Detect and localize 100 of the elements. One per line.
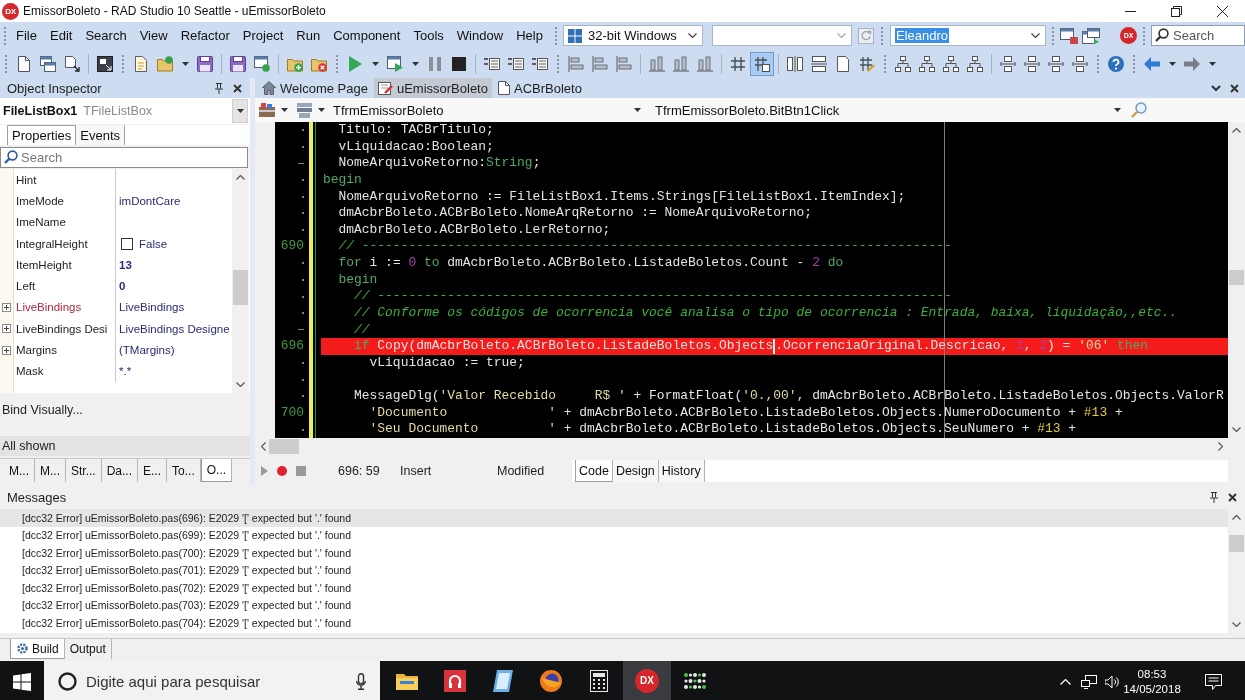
close-icon[interactable] — [1230, 83, 1239, 93]
panel-tab[interactable]: E... — [138, 459, 168, 482]
list-icon[interactable] — [532, 55, 548, 72]
search-icon[interactable] — [1131, 102, 1147, 118]
microphone-icon[interactable] — [356, 673, 366, 690]
caret-icon[interactable] — [1114, 108, 1121, 112]
menu-item[interactable]: Refactor — [174, 24, 236, 47]
notification-icon[interactable] — [1204, 673, 1222, 690]
scrollbar-thumb[interactable] — [269, 439, 299, 454]
scrollbar-thumb[interactable] — [1229, 270, 1244, 285]
checkbox[interactable] — [121, 237, 133, 250]
close-icon[interactable] — [233, 83, 242, 93]
message-row[interactable]: [dcc32 Error] uEmissorBoleto.pas(696): E2029 '[' expected but '.' found — [0, 509, 1228, 527]
list-icon[interactable] — [484, 55, 500, 72]
align-icon[interactable] — [592, 55, 608, 72]
caret-icon[interactable] — [371, 61, 379, 66]
align-icon[interactable] — [697, 55, 713, 72]
dropdown-button[interactable] — [232, 99, 248, 123]
hierarchy-icon[interactable] — [943, 55, 959, 72]
caret-icon[interactable] — [281, 108, 288, 112]
bind-visually-link[interactable]: Bind Visually... — [2, 403, 83, 417]
document-icon[interactable] — [64, 55, 80, 72]
spacing-icon[interactable] — [1024, 55, 1040, 72]
tab[interactable]: Properties — [7, 125, 77, 145]
property-value[interactable]: 13 — [119, 258, 132, 271]
panel-tab[interactable]: O... — [200, 459, 233, 482]
back-arrow-icon[interactable] — [1144, 55, 1160, 72]
record-icon[interactable] — [277, 466, 287, 476]
scrollbar-thumb[interactable] — [1229, 535, 1244, 552]
property-name[interactable]: Mask — [16, 365, 44, 378]
caret-icon[interactable] — [236, 109, 244, 113]
panel-tab[interactable]: M... — [4, 459, 35, 482]
minimize-icon[interactable] — [1124, 10, 1136, 12]
windows-icon[interactable] — [40, 55, 56, 72]
list-icon[interactable] — [508, 55, 524, 72]
property-name[interactable]: ImeName — [16, 216, 66, 229]
expand-icon[interactable] — [2, 302, 11, 312]
editor-tab[interactable]: uEmissorBoleto — [373, 78, 492, 98]
editor-tab[interactable]: Welcome Page — [258, 78, 372, 98]
volume-icon[interactable] — [1105, 674, 1121, 689]
align-icon[interactable] — [673, 55, 689, 72]
view-tab[interactable]: History — [658, 460, 705, 482]
spacing-icon[interactable] — [1072, 55, 1088, 72]
close-icon[interactable] — [1216, 5, 1228, 17]
property-name[interactable]: ImeMode — [16, 194, 64, 207]
property-name[interactable]: LiveBindings Desi — [16, 322, 108, 335]
pin-icon[interactable] — [215, 82, 223, 94]
panel-tab[interactable]: Build — [10, 639, 65, 659]
menu-item[interactable]: Component — [327, 24, 407, 47]
menu-item[interactable]: Tools — [407, 24, 450, 47]
view-tab[interactable]: Design — [612, 460, 659, 482]
taskbar-search-field[interactable]: Digite aqui para pesquisar — [44, 661, 380, 700]
menu-item[interactable]: Run — [290, 24, 327, 47]
property-name[interactable]: Hint — [16, 173, 37, 186]
panel-tab[interactable]: Str... — [66, 459, 102, 482]
property-name[interactable]: ItemHeight — [16, 258, 72, 271]
property-value[interactable]: 0 — [119, 280, 126, 293]
hierarchy-icon[interactable] — [895, 55, 911, 72]
menu-item[interactable]: View — [133, 24, 174, 47]
align-icon[interactable] — [568, 55, 584, 72]
network-icon[interactable] — [1081, 674, 1097, 689]
editor-tab[interactable]: ACBrBoleto — [493, 78, 586, 98]
windows-logo-icon[interactable] — [13, 672, 31, 691]
caret-icon[interactable] — [318, 108, 325, 112]
spacing-icon[interactable] — [1048, 55, 1064, 72]
window-play-icon[interactable] — [387, 55, 403, 72]
expand-icon[interactable] — [2, 324, 11, 334]
property-name[interactable]: Left — [16, 280, 36, 293]
layout-icon[interactable] — [787, 55, 803, 72]
new-file-icon[interactable] — [16, 55, 32, 72]
property-value[interactable]: LiveBindings — [119, 301, 185, 314]
panel-tab[interactable]: M... — [35, 459, 66, 482]
grid-edit-icon[interactable] — [859, 55, 875, 72]
caret-icon[interactable] — [1168, 61, 1176, 66]
property-value[interactable]: *.* — [119, 365, 132, 378]
save-icon[interactable] — [230, 55, 246, 72]
property-name[interactable]: IntegralHeight — [16, 237, 88, 250]
window-icon[interactable] — [1060, 27, 1078, 44]
scrollbar-thumb[interactable] — [233, 270, 248, 305]
save-icon[interactable] — [197, 55, 213, 72]
panel-tab[interactable]: To... — [167, 459, 201, 482]
class-dropdown[interactable]: TfrmEmissorBoleto — [329, 100, 645, 120]
property-name[interactable]: Margins — [16, 344, 57, 356]
property-value[interactable]: LiveBindings Designe — [119, 322, 230, 335]
caret-icon[interactable] — [634, 108, 641, 112]
panel-tab[interactable]: Da... — [101, 459, 139, 482]
align-icon[interactable] — [616, 55, 632, 72]
menu-item[interactable]: File — [10, 24, 43, 47]
taskbar-button[interactable]: DX — [623, 661, 671, 700]
stop-icon[interactable] — [451, 55, 467, 72]
property-value[interactable]: False — [139, 237, 168, 250]
scrollbar[interactable] — [232, 169, 249, 393]
caret-icon[interactable] — [181, 61, 189, 66]
caret-icon[interactable] — [411, 61, 419, 66]
align-icon[interactable] — [649, 55, 665, 72]
menu-item[interactable]: Edit — [44, 24, 79, 47]
pin-icon[interactable] — [1210, 491, 1218, 503]
panel-tab[interactable]: Output — [64, 639, 112, 659]
layout-icon[interactable] — [811, 55, 827, 72]
menu-item[interactable]: Help — [510, 24, 549, 47]
